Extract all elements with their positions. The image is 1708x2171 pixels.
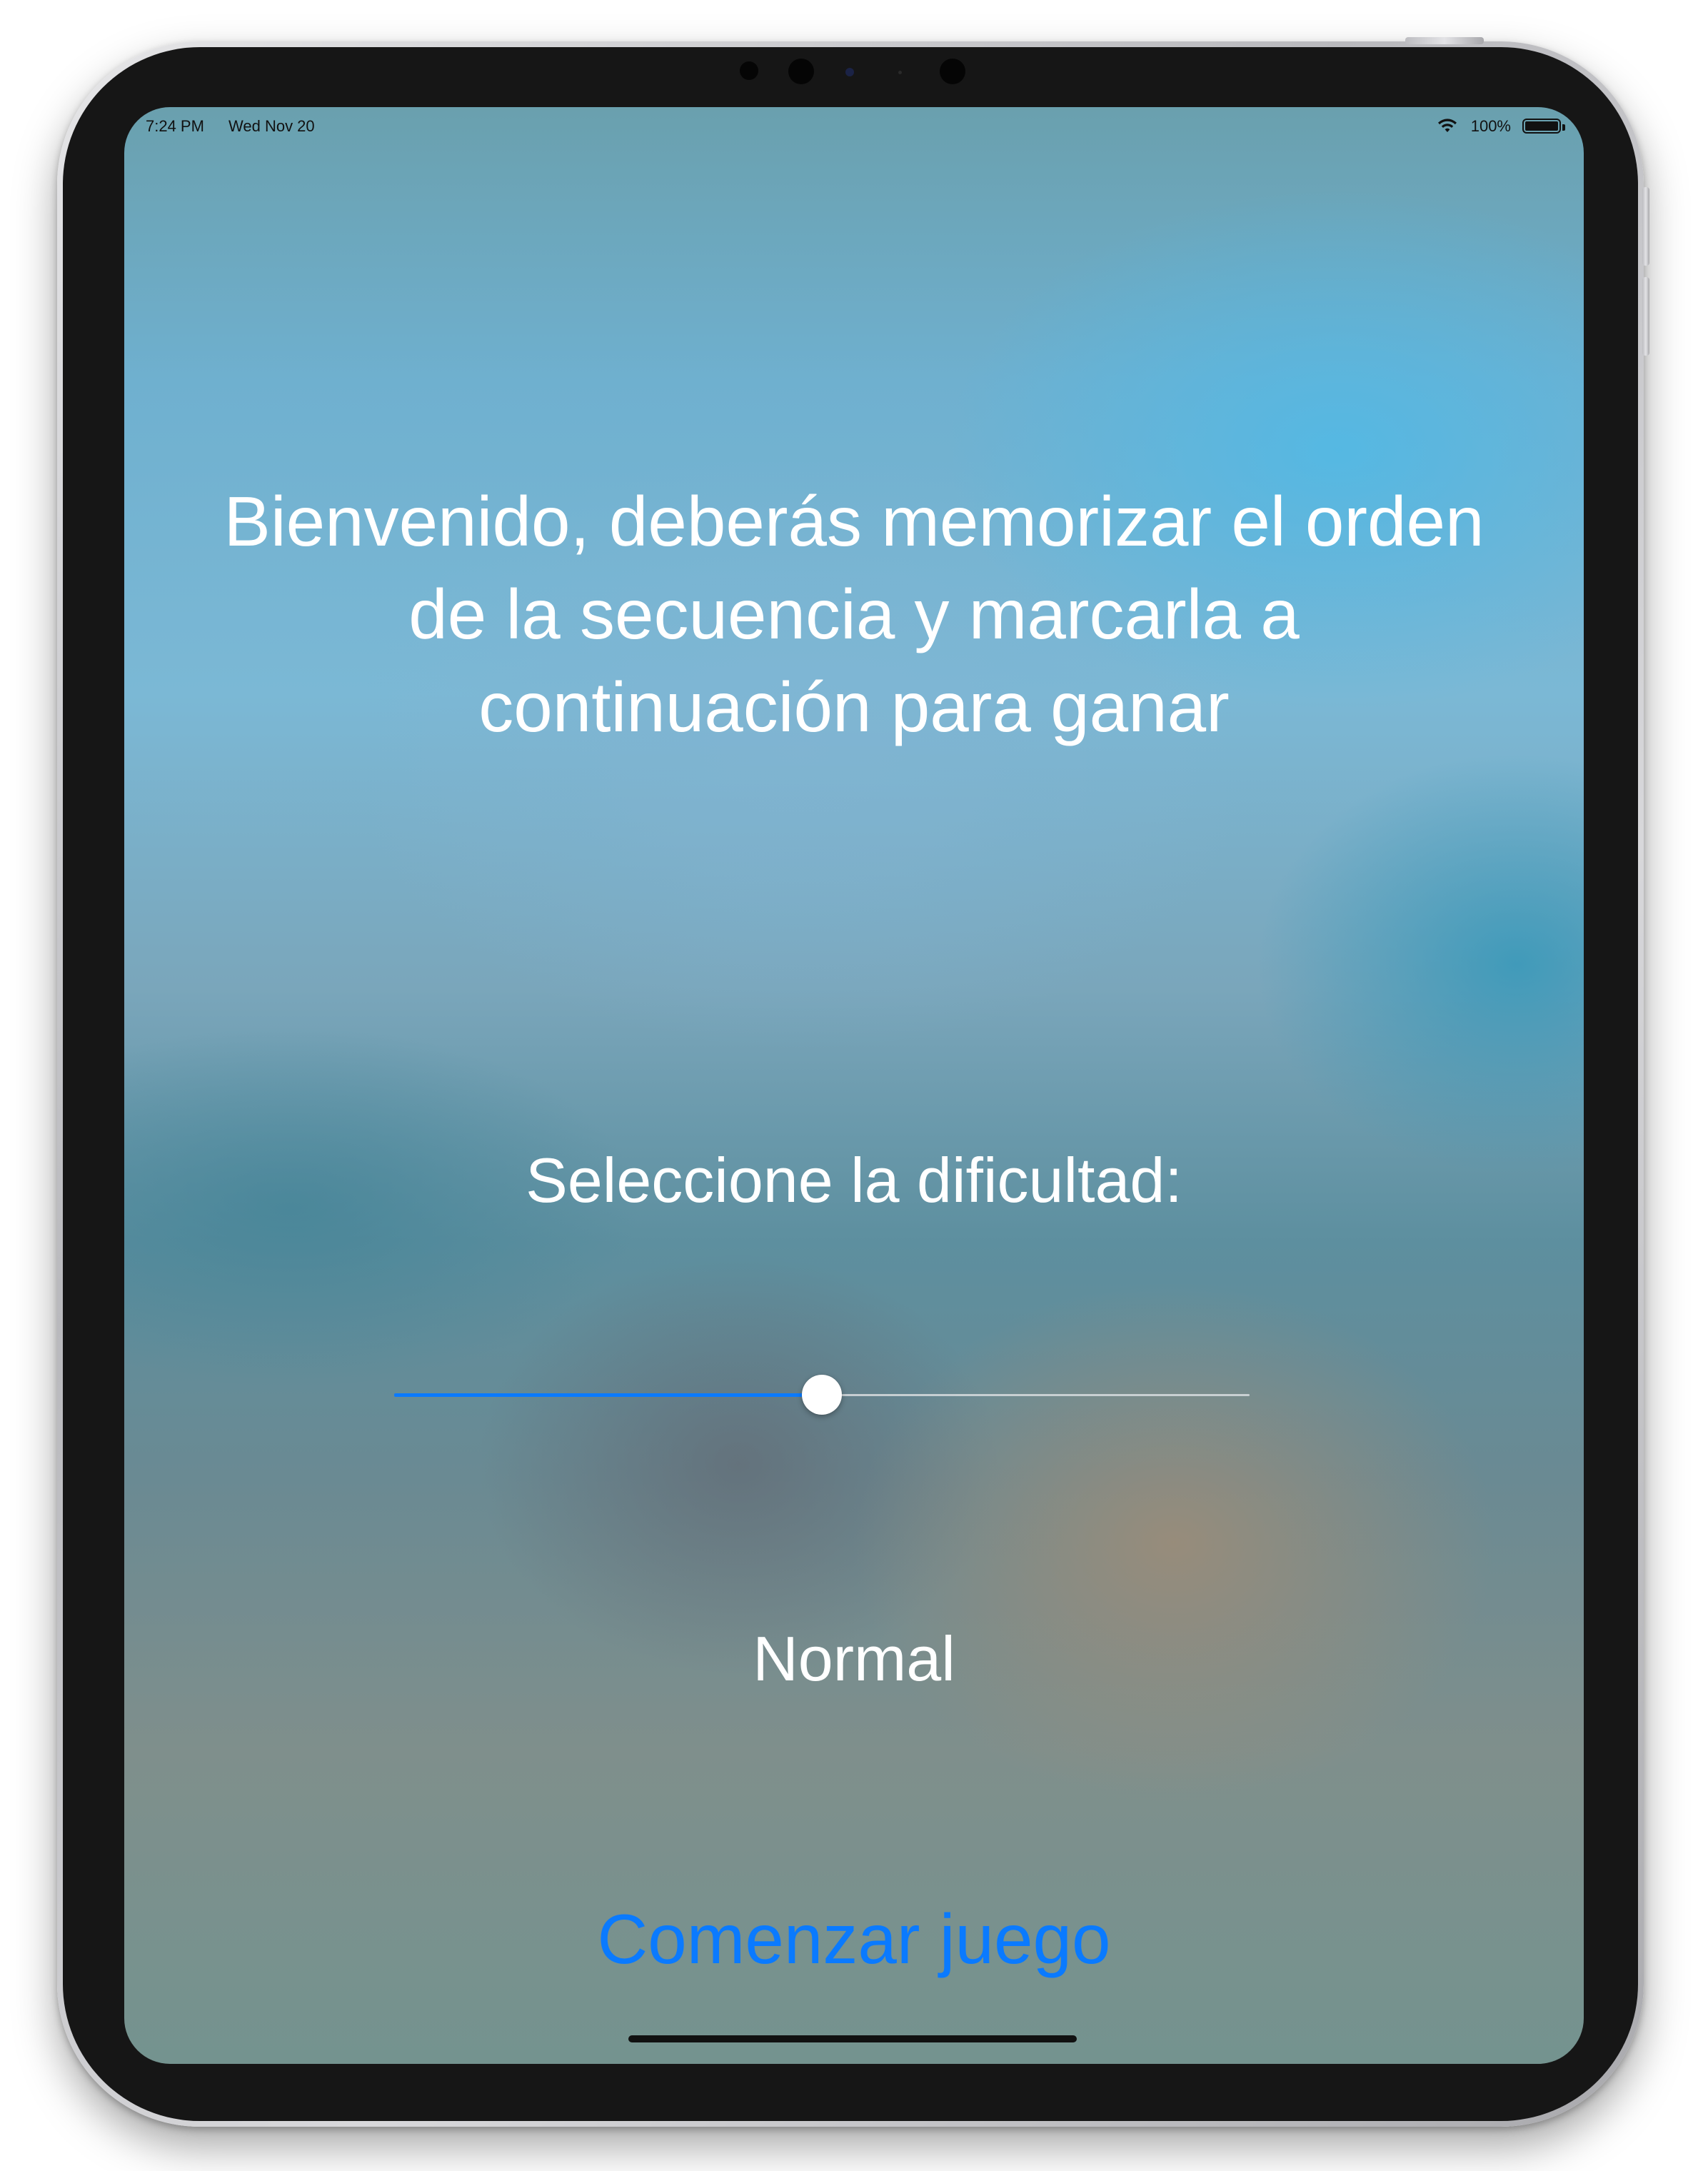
welcome-line: continuación para ganar	[478, 668, 1230, 746]
battery-cap	[1562, 124, 1565, 131]
slider-fill	[394, 1393, 822, 1397]
status-date: Wed Nov 20	[228, 117, 315, 135]
slider-thumb[interactable]	[802, 1375, 842, 1415]
battery-percent: 100%	[1470, 117, 1511, 135]
welcome-message: Bienvenido, deberás memorizar el orden d…	[124, 475, 1584, 753]
difficulty-value: Normal	[753, 1623, 955, 1694]
battery-icon	[1522, 119, 1565, 134]
top-button	[1405, 37, 1484, 44]
volume-down-button	[1642, 277, 1649, 356]
sensor-icon	[740, 61, 758, 80]
sensor-icon	[940, 59, 965, 84]
status-bar: 7:24 PM Wed Nov 20 100%	[124, 107, 1584, 147]
start-game-button[interactable]: Comenzar juego	[124, 1892, 1584, 1985]
welcome-line: de la secuencia y marcarla a	[408, 575, 1300, 653]
app-screen: 7:24 PM Wed Nov 20 100% Bienvenido, debe…	[124, 107, 1584, 2064]
sensor-icon	[788, 59, 814, 84]
status-time: 7:24 PM	[146, 117, 204, 135]
difficulty-slider[interactable]	[394, 1374, 1250, 1417]
camera-icon	[845, 68, 854, 76]
sensor-icon	[898, 71, 902, 74]
status-indicators: 100%	[1421, 116, 1565, 137]
battery-level	[1525, 121, 1558, 131]
volume-up-button	[1642, 187, 1649, 266]
welcome-line: Bienvenido, deberás memorizar el orden	[223, 482, 1485, 561]
wifi-icon	[1438, 119, 1457, 132]
home-indicator[interactable]	[628, 2035, 1077, 2042]
difficulty-label: Seleccione la dificultad:	[526, 1145, 1182, 1215]
